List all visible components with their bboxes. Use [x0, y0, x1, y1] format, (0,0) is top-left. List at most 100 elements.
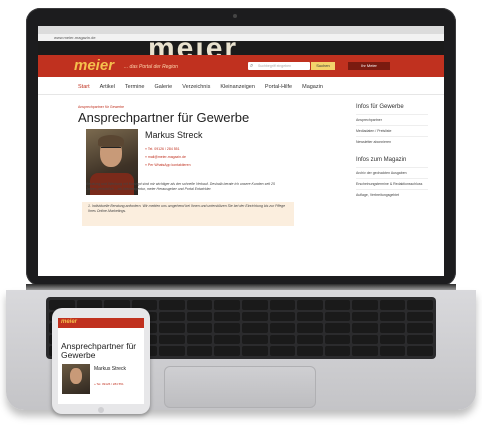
keyboard-key: [352, 300, 378, 310]
keyboard-key: [269, 323, 296, 333]
keyboard-key: [297, 300, 323, 310]
nav-item-termine[interactable]: Termine: [125, 84, 145, 90]
page-title: Ansprechpartner für Gewerbe: [78, 110, 250, 125]
nav-item-start[interactable]: Start: [78, 84, 90, 90]
browser-tab-bar: [38, 26, 444, 34]
keyboard-key: [352, 346, 378, 356]
keyboard-key: [159, 311, 185, 322]
keyboard-key: [214, 323, 240, 333]
sidebar-item-archiv[interactable]: Archiv der gedruckten Ausgaben: [356, 167, 428, 178]
keyboard-key: [241, 334, 268, 345]
keyboard-key: [214, 334, 240, 345]
sidebar-item-newsletter[interactable]: Newsletter abonnieren: [356, 136, 428, 147]
phone-photo-face: [70, 368, 82, 384]
keyboard-key: [352, 334, 378, 345]
nav-item-galerie[interactable]: Galerie: [154, 84, 172, 90]
phone-link[interactable]: » Tel. 09126 / 284 551: [145, 145, 191, 153]
sidebar-heading-magazin: Infos zum Magazin: [356, 157, 407, 163]
phone-contact-name: Markus Streck: [94, 366, 126, 372]
nav-item-kleinanzeigen[interactable]: Kleinanzeigen: [220, 84, 255, 90]
sidebar-item-ansprechpartner[interactable]: Ansprechpartner: [356, 114, 428, 125]
url-text: www.meier-magazin.de: [54, 35, 96, 40]
keyboard-key: [241, 300, 268, 310]
photo-glasses: [101, 147, 121, 151]
camera: [233, 14, 237, 18]
main-nav: Start Artikel Termine Galerie Verzeichni…: [78, 84, 323, 90]
email-link[interactable]: » mail@meier-magazin.de: [145, 153, 191, 161]
phone-home-button[interactable]: [98, 407, 104, 413]
keyboard-key: [214, 300, 240, 310]
keyboard-key: [407, 311, 433, 322]
keyboard-key: [186, 346, 213, 356]
site-logo[interactable]: meier: [74, 57, 114, 74]
contact-name: Markus Streck: [145, 130, 203, 140]
breadcrumb[interactable]: Ansprechpartner für Gewerbe: [78, 105, 124, 109]
nav-item-artikel[interactable]: Artikel: [100, 84, 115, 90]
keyboard-key: [159, 323, 185, 333]
keyboard-key: [269, 334, 296, 345]
keyboard-key: [241, 311, 268, 322]
search-icon: ⌕: [250, 63, 254, 69]
sidebar-item-mediadaten[interactable]: Mediadaten / Preisliste: [356, 125, 428, 136]
keyboard-key: [159, 300, 185, 310]
keyboard-key: [186, 323, 213, 333]
keyboard-key: [379, 300, 406, 310]
hero-banner: meier: [38, 41, 444, 55]
keyboard-key: [269, 300, 296, 310]
photo-hair: [98, 135, 124, 147]
phone-contact-link[interactable]: » Tel. 09126 / 284 551: [94, 382, 124, 386]
whatsapp-link[interactable]: » Per WhatsApp kontaktieren: [145, 161, 191, 169]
nav-item-portal-hilfe[interactable]: Portal-Hilfe: [265, 84, 292, 90]
phone-logo[interactable]: meier: [61, 319, 77, 325]
keyboard-key: [407, 334, 433, 345]
keyboard-key: [269, 311, 296, 322]
contact-description: Beratung und Werbung mit Konzept sind mi…: [86, 182, 275, 191]
keyboard-key: [241, 346, 268, 356]
keyboard-key: [186, 311, 213, 322]
keyboard-key: [159, 346, 185, 356]
hero-word: meier: [148, 41, 238, 55]
laptop-screen: www.meier-magazin.de meier meier ... das…: [38, 26, 444, 276]
keyboard-key: [379, 311, 406, 322]
keyboard-key: [407, 300, 433, 310]
nav-item-magazin[interactable]: Magazin: [302, 84, 323, 90]
sidebar-heading-gewerbe: Infos für Gewerbe: [356, 104, 404, 110]
contact-links: » Tel. 09126 / 284 551 » mail@meier-maga…: [145, 145, 191, 169]
site-tagline: ... das Portal der Region: [124, 64, 178, 70]
keyboard-key: [407, 323, 433, 333]
keyboard-key: [379, 323, 406, 333]
keyboard-key: [297, 346, 323, 356]
keyboard-key: [379, 346, 406, 356]
keyboard-key: [324, 300, 351, 310]
keyboard-key: [352, 311, 378, 322]
keyboard-key: [352, 323, 378, 333]
trackpad[interactable]: [164, 366, 316, 408]
keyboard-key: [159, 334, 185, 345]
keyboard-key: [324, 323, 351, 333]
search-placeholder: Suchbegriff eingeben: [258, 64, 292, 68]
phone-title: Ansprechpartner für Gewerbe: [61, 341, 137, 360]
keyboard-key: [214, 311, 240, 322]
keyboard-key: [324, 334, 351, 345]
keyboard-key: [324, 311, 351, 322]
keyboard-key: [324, 346, 351, 356]
sidebar-item-auflage[interactable]: Auflage, Verbreitungsgebiet: [356, 189, 428, 200]
keyboard-key: [241, 323, 268, 333]
phone-contact-photo: [62, 364, 90, 394]
smartphone-screen: meier Ansprechpartner für Gewerbe Markus…: [58, 318, 144, 404]
keyboard-key: [186, 334, 213, 345]
keyboard-key: [214, 346, 240, 356]
sidebar-item-termine[interactable]: Erscheinungstermine & Redaktionsschluss: [356, 178, 428, 189]
nav-divider: [38, 94, 444, 95]
keyboard-key: [297, 334, 323, 345]
sidebar: Infos für Gewerbe Ansprechpartner Mediad…: [356, 104, 428, 200]
keyboard-key: [297, 323, 323, 333]
keyboard-key: [269, 346, 296, 356]
nav-item-verzeichnis[interactable]: Verzeichnis: [182, 84, 210, 90]
info-box-text: 1. Individuelle Beratung anfordern. Wir …: [88, 204, 286, 213]
menu-button[interactable]: Ihr Meier: [348, 62, 390, 70]
keyboard-key: [379, 334, 406, 345]
keyboard-key: [407, 346, 433, 356]
search-button[interactable]: Suchen: [311, 62, 335, 70]
keyboard-key: [297, 311, 323, 322]
